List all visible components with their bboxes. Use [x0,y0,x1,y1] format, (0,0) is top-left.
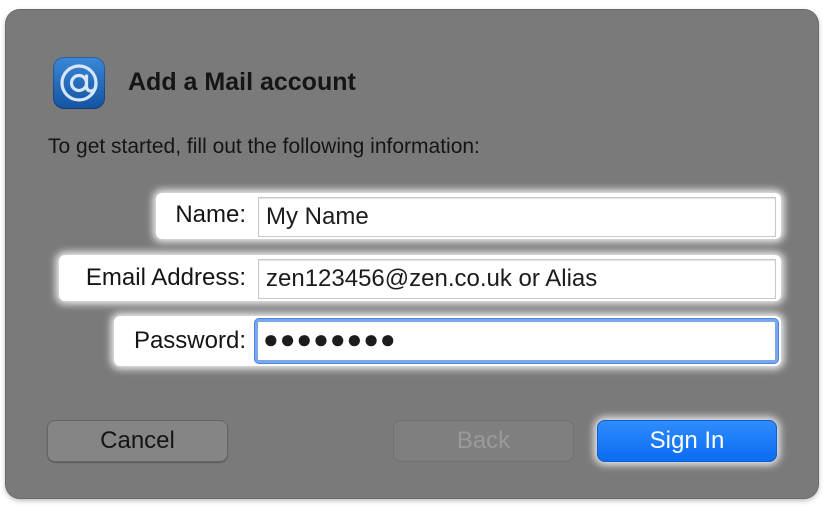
back-button[interactable]: Back [393,420,574,462]
email-address-field[interactable]: zen123456@zen.co.uk or Alias [258,259,776,299]
password-masked-value: ●●●●●●●● [263,324,397,354]
dialog-instructions: To get started, fill out the following i… [48,135,480,158]
cancel-button[interactable]: Cancel [47,420,228,462]
sign-in-button[interactable]: Sign In [597,420,777,462]
add-mail-account-dialog: Add a Mail account To get started, fill … [6,10,818,498]
email-address-label: Email Address: [85,264,246,291]
password-label: Password: [133,327,246,354]
name-label: Name: [175,201,246,228]
dialog-title: Add a Mail account [128,68,356,96]
mail-at-icon [53,57,105,109]
password-field[interactable]: ●●●●●●●● [255,319,778,363]
name-field[interactable]: My Name [258,197,776,237]
